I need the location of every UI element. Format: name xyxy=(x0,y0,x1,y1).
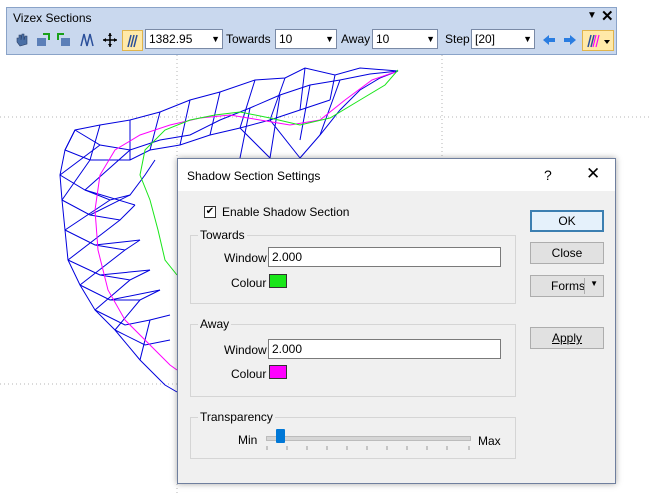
close-icon[interactable]: ✕ xyxy=(586,164,600,184)
transparency-slider-ticks xyxy=(266,446,470,450)
toolbar-options-icon[interactable]: ▼ xyxy=(587,10,597,21)
shadow-section-settings-dialog: Shadow Section Settings ? ✕ ✔ Enable Sha… xyxy=(177,158,616,484)
away-group: Away Window 2.000 Colour xyxy=(190,317,516,397)
shadow-dropdown-icon[interactable] xyxy=(582,30,614,51)
transparency-slider-track[interactable] xyxy=(266,436,471,441)
towards-window-label: Window xyxy=(224,251,267,265)
transparency-max-label: Max xyxy=(478,434,501,448)
section-network-icon[interactable] xyxy=(78,31,96,49)
ok-button[interactable]: OK xyxy=(530,210,604,232)
section-value: 1382.95 xyxy=(149,32,193,46)
dialog-title: Shadow Section Settings xyxy=(187,169,321,183)
forms-button-label: Forms xyxy=(551,279,585,293)
section-forward-icon[interactable] xyxy=(34,31,52,49)
enable-shadow-section-checkbox[interactable]: ✔ Enable Shadow Section xyxy=(204,205,349,219)
shadow-section-icon[interactable] xyxy=(122,30,143,51)
away-window-input[interactable]: 2.000 xyxy=(268,339,501,359)
section-back-icon[interactable] xyxy=(55,31,73,49)
away-combo[interactable]: 10 ▼ xyxy=(372,29,438,49)
step-combo[interactable]: [20] ▼ xyxy=(471,29,535,49)
toolbar-title: Vizex Sections xyxy=(13,11,92,25)
away-window-value: 2.000 xyxy=(272,342,303,356)
towards-window-input[interactable]: 2.000 xyxy=(268,247,501,267)
towards-group-legend: Towards xyxy=(198,228,247,242)
towards-combo[interactable]: 10 ▼ xyxy=(275,29,337,49)
checkmark-icon[interactable]: ✔ xyxy=(204,206,216,218)
transparency-slider-thumb[interactable] xyxy=(276,429,286,443)
section-value-combo[interactable]: 1382.95 ▼ xyxy=(145,29,223,49)
hand-icon[interactable] xyxy=(13,31,31,49)
away-group-legend: Away xyxy=(198,317,232,331)
close-button[interactable]: Close xyxy=(530,242,604,264)
towards-colour-swatch[interactable] xyxy=(269,274,287,288)
previous-arrow-icon[interactable] xyxy=(540,31,558,49)
step-value: [20] xyxy=(475,32,496,46)
away-colour-swatch[interactable] xyxy=(269,365,287,379)
transparency-group-legend: Transparency xyxy=(198,410,275,424)
away-window-label: Window xyxy=(224,343,267,357)
towards-value: 10 xyxy=(279,32,293,46)
chevron-down-icon: ▼ xyxy=(426,34,435,44)
towards-window-value: 2.000 xyxy=(272,250,303,264)
move-icon[interactable] xyxy=(101,31,119,49)
chevron-down-icon: ▼ xyxy=(523,34,532,44)
close-button-label: Close xyxy=(551,246,583,260)
towards-label: Towards xyxy=(226,32,271,46)
apply-button-label: Apply xyxy=(551,331,583,345)
chevron-down-icon: ▼ xyxy=(325,34,334,44)
step-label: Step xyxy=(445,32,470,46)
vizex-sections-toolbar: Vizex Sections ▼ ✕ 1382.95 ▼ Towards 10 … xyxy=(6,7,617,55)
help-icon[interactable]: ? xyxy=(544,167,552,183)
transparency-min-label: Min xyxy=(238,433,258,447)
dialog-titlebar[interactable]: Shadow Section Settings ? ✕ xyxy=(178,159,615,191)
forms-split-divider xyxy=(584,278,585,294)
apply-button[interactable]: Apply xyxy=(530,327,604,349)
towards-colour-label: Colour xyxy=(231,276,267,290)
forms-dropdown-icon[interactable]: ▼ xyxy=(590,279,598,288)
next-arrow-icon[interactable] xyxy=(561,31,579,49)
towards-group: Towards Window 2.000 Colour xyxy=(190,228,516,304)
away-colour-label: Colour xyxy=(231,367,267,381)
enable-shadow-section-label: Enable Shadow Section xyxy=(222,205,350,219)
forms-button[interactable]: Forms ▼ xyxy=(530,275,604,297)
chevron-down-icon: ▼ xyxy=(211,34,220,44)
ok-button-label: OK xyxy=(558,214,576,228)
toolbar-close-icon[interactable]: ✕ xyxy=(601,7,614,25)
away-value: 10 xyxy=(376,32,390,46)
away-label: Away xyxy=(341,32,371,46)
